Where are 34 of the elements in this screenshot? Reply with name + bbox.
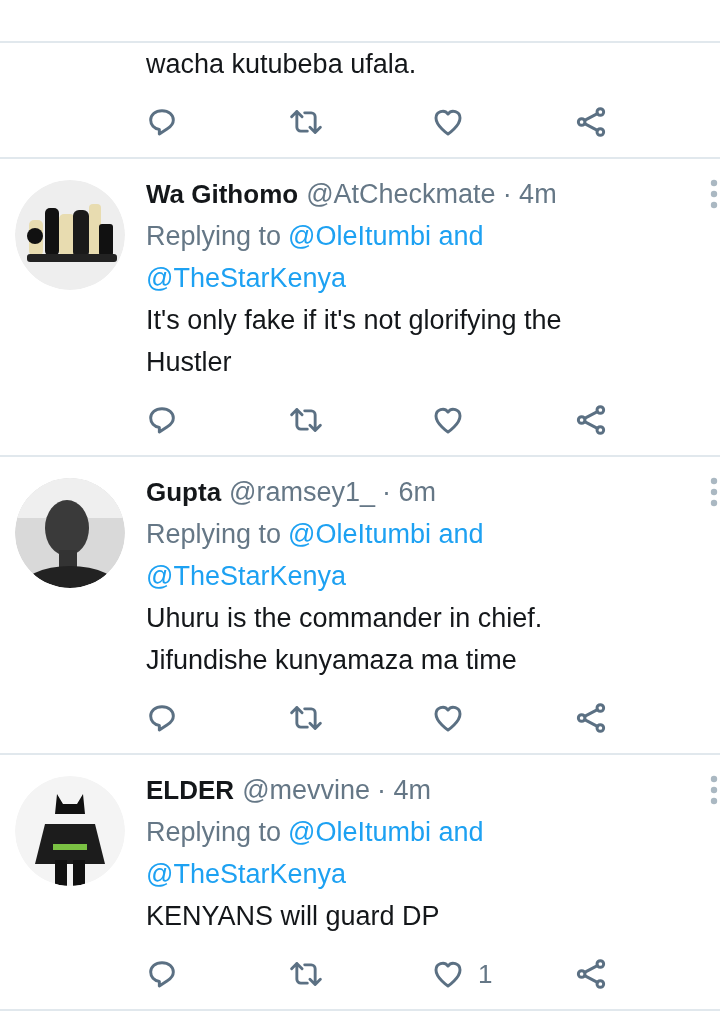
share-button[interactable] (575, 404, 607, 436)
display-name: Wa Githomo (146, 178, 299, 211)
display-name: Gupta (146, 476, 222, 509)
tweet-text: wacha kutubeba ufala. (146, 48, 417, 81)
user-handle: @mevvine (242, 774, 371, 807)
mention-link[interactable]: @TheStarKenya (146, 555, 346, 597)
mention-link[interactable]: @TheStarKenya (146, 257, 346, 299)
mention-link[interactable]: @OleItumbi and (288, 811, 484, 853)
reply-button[interactable] (146, 106, 178, 138)
tweet-text: Hustler (146, 346, 232, 379)
like-button[interactable]: 1 (432, 958, 493, 990)
reply-button[interactable] (146, 702, 178, 734)
share-button[interactable] (575, 958, 607, 990)
replying-label: Replying to (146, 220, 282, 253)
display-name: ELDER (146, 774, 235, 807)
share-button[interactable] (575, 106, 607, 138)
like-count: 1 (478, 958, 493, 990)
tweet-text: Jifundishe kunyamaza ma time (146, 644, 517, 677)
reply-button[interactable] (146, 404, 178, 436)
tweet-text: It's only fake if it's not glorifying the (146, 304, 562, 337)
tweet-text: KENYANS will guard DP (146, 900, 440, 933)
user-handle: @ramsey1_ (229, 476, 376, 509)
mention-link[interactable]: @OleItumbi and (288, 215, 484, 257)
mention-link[interactable]: @OleItumbi and (288, 513, 484, 555)
share-button[interactable] (575, 702, 607, 734)
tweet-text: Uhuru is the commander in chief. (146, 602, 543, 635)
tweet-time: · 4m (502, 178, 557, 211)
tweet-time: · 6m (382, 476, 437, 509)
replying-label: Replying to (146, 816, 282, 849)
replying-label: Replying to (146, 518, 282, 551)
user-handle: @AtCheckmate (306, 178, 496, 211)
tweet-time: · 4m (377, 774, 432, 807)
reply-button[interactable] (146, 958, 178, 990)
mention-link[interactable]: @TheStarKenya (146, 853, 346, 895)
